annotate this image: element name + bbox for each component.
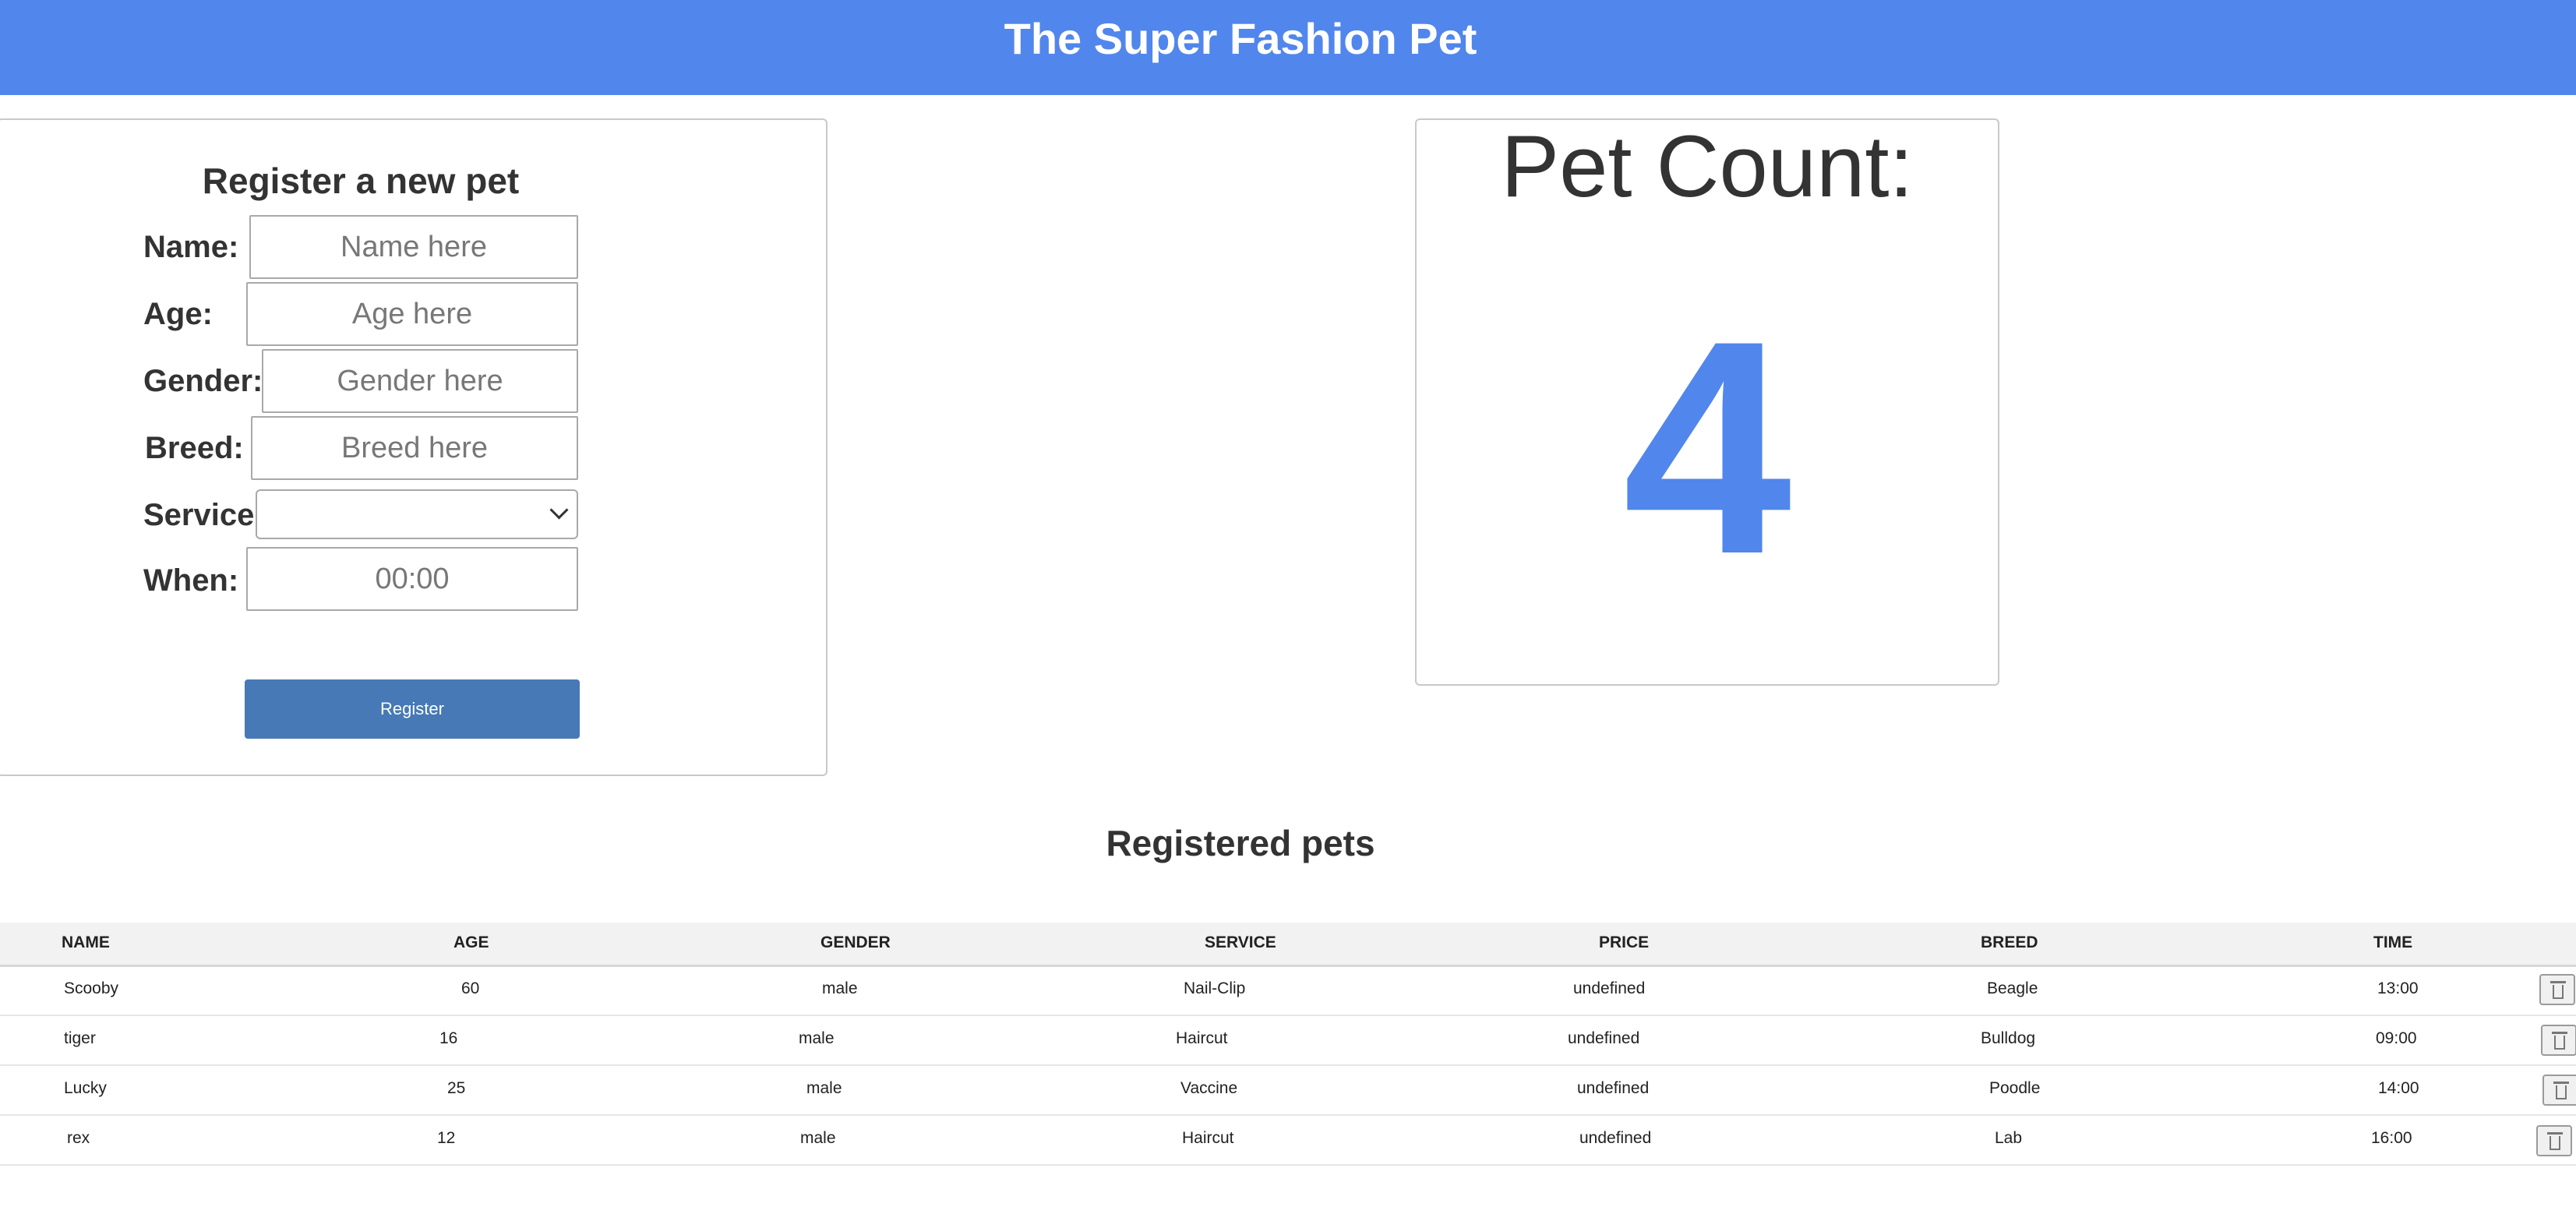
- cell-service: Haircut: [1182, 1129, 1234, 1147]
- cell-breed: Bulldog: [1981, 1029, 2036, 1047]
- service-select[interactable]: [256, 489, 578, 539]
- service-label: Service: [143, 498, 255, 532]
- name-label: Name:: [143, 230, 239, 264]
- age-label: Age:: [143, 297, 213, 331]
- column-header-breed: BREED: [1981, 933, 2038, 951]
- column-header-time: TIME: [2373, 933, 2413, 951]
- age-input[interactable]: [246, 282, 578, 346]
- delete-button[interactable]: [2541, 1025, 2576, 1056]
- cell-time: 13:00: [2377, 979, 2419, 997]
- pet-count-title: Pet Count:: [1501, 118, 1914, 215]
- trash-icon: [2552, 1032, 2567, 1050]
- cell-price: undefined: [1577, 1079, 1650, 1097]
- breed-input[interactable]: [251, 416, 578, 480]
- cell-service: Nail-Clip: [1184, 979, 1246, 997]
- cell-service: Haircut: [1176, 1029, 1228, 1047]
- gender-input[interactable]: [262, 349, 578, 413]
- cell-age: 60: [461, 979, 480, 997]
- cell-breed: Beagle: [1987, 979, 2038, 997]
- cell-price: undefined: [1568, 1029, 1640, 1047]
- trash-icon: [2547, 1132, 2563, 1151]
- cell-name: tiger: [64, 1029, 96, 1047]
- table-row: [0, 966, 2576, 1016]
- column-header-price: PRICE: [1599, 933, 1650, 951]
- breed-label: Breed:: [145, 431, 244, 465]
- chevron-down-icon: [549, 500, 569, 520]
- when-input[interactable]: [246, 547, 578, 611]
- cell-gender: male: [800, 1129, 836, 1147]
- cell-breed: Poodle: [1989, 1079, 2041, 1097]
- cell-gender: male: [822, 979, 858, 997]
- page-header: The Super Fashion Pet: [0, 0, 2576, 95]
- page-title: The Super Fashion Pet: [1004, 14, 1477, 63]
- gender-label: Gender:: [143, 364, 263, 398]
- trash-icon: [2550, 981, 2566, 1000]
- cell-time: 16:00: [2371, 1129, 2412, 1147]
- pet-count-value: 4: [1622, 277, 1792, 617]
- column-header-gender: GENDER: [820, 933, 891, 951]
- name-input[interactable]: [249, 215, 578, 279]
- cell-service: Vaccine: [1180, 1079, 1238, 1097]
- register-form-panel: Register a new pet Name: Age: Gender: Br…: [0, 118, 827, 776]
- form-title: Register a new pet: [202, 161, 520, 201]
- cell-name: Lucky: [64, 1079, 107, 1097]
- table-title: Registered pets: [1106, 823, 1375, 863]
- cell-gender: male: [806, 1079, 842, 1097]
- table-row: [0, 1016, 2576, 1066]
- delete-button[interactable]: [2539, 974, 2575, 1005]
- register-button[interactable]: Register: [245, 679, 580, 739]
- cell-name: Scooby: [64, 979, 119, 997]
- column-header-name: NAME: [62, 933, 110, 951]
- column-header-age: AGE: [453, 933, 489, 951]
- cell-age: 12: [437, 1129, 456, 1147]
- table-header: [0, 923, 2576, 967]
- table-row: [0, 1066, 2576, 1116]
- cell-name: rex: [67, 1129, 90, 1147]
- cell-age: 25: [447, 1079, 466, 1097]
- table-row: [0, 1116, 2576, 1166]
- delete-button[interactable]: [2536, 1125, 2572, 1156]
- cell-time: 09:00: [2376, 1029, 2417, 1047]
- when-label: When:: [143, 563, 239, 598]
- pet-count-panel: Pet Count: 4: [1415, 118, 1999, 686]
- cell-age: 16: [439, 1029, 458, 1047]
- cell-price: undefined: [1579, 1129, 1652, 1147]
- trash-icon: [2553, 1082, 2569, 1100]
- cell-gender: male: [799, 1029, 835, 1047]
- cell-price: undefined: [1573, 979, 1646, 997]
- delete-button[interactable]: [2542, 1075, 2576, 1106]
- column-header-service: SERVICE: [1205, 933, 1276, 951]
- cell-breed: Lab: [1995, 1129, 2023, 1147]
- cell-time: 14:00: [2378, 1079, 2419, 1097]
